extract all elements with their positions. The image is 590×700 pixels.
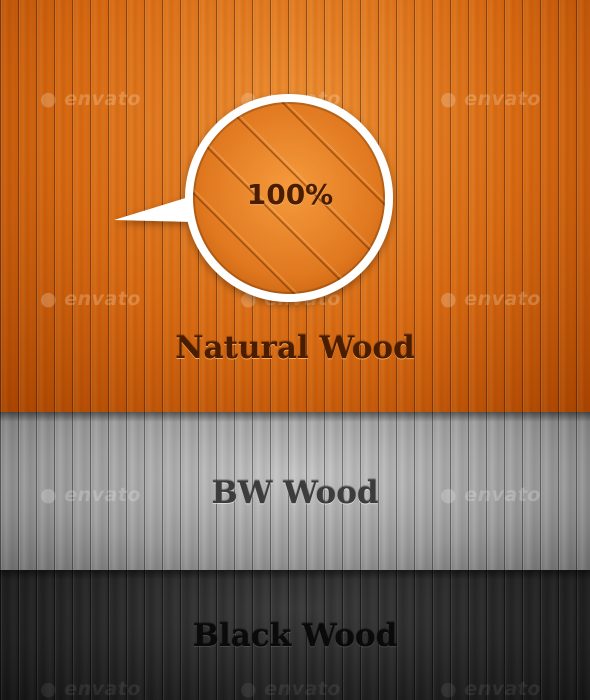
envato-watermark: ● envato <box>40 678 141 700</box>
bw-wood-panel: ● envato ● envato BW Wood <box>0 412 590 570</box>
envato-watermark: ● envato <box>240 678 341 700</box>
panel-divider <box>0 570 590 580</box>
percent-label: 100% <box>246 178 334 211</box>
black-wood-title: Black Wood <box>192 618 398 654</box>
black-wood-panel: ● envato ● envato ● envato Black Wood <box>0 570 590 700</box>
envato-watermark: ● envato <box>440 678 541 700</box>
bubble-tail <box>114 196 196 222</box>
bw-wood-title: BW Wood <box>211 475 379 511</box>
panel-divider <box>0 412 590 422</box>
natural-wood-panel: ● envato ● envato ● envato ● envato ● en… <box>0 0 590 412</box>
natural-wood-title: Natural Wood <box>175 330 415 366</box>
